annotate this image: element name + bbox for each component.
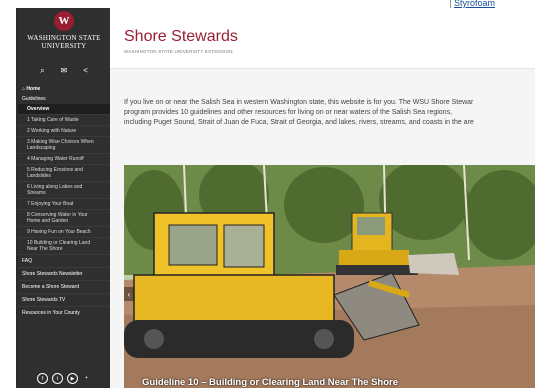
cougar-logo-icon: W bbox=[54, 11, 74, 31]
youtube-icon[interactable]: ▶ bbox=[67, 373, 78, 384]
share-icon[interactable]: < bbox=[83, 66, 88, 76]
nav-resources-county[interactable]: Resources in Your County bbox=[18, 306, 110, 319]
plus-icon[interactable]: + bbox=[82, 373, 91, 382]
hero-slider[interactable]: ‹ Guideline 10 – Building or Clearing La… bbox=[124, 165, 535, 388]
styrofoam-link[interactable]: Styrofoam bbox=[454, 0, 495, 8]
social-links: f t ▶ + bbox=[18, 373, 110, 384]
sidebar-nav: ⌂ Home Guidelines Overview 1 Taking Care… bbox=[18, 84, 110, 319]
twitter-icon[interactable]: t bbox=[52, 373, 63, 384]
wsu-logo[interactable]: W WASHINGTON STATE UNIVERSITY bbox=[18, 8, 110, 50]
main-content: Shore Stewards WASHINGTON STATE UNIVERSI… bbox=[110, 8, 535, 388]
nav-guideline-1[interactable]: 1 Taking Care of Waste bbox=[18, 114, 110, 125]
nav-guideline-7[interactable]: 7 Enjoying Your Boat bbox=[18, 198, 110, 209]
search-icon[interactable]: ⌕ bbox=[40, 66, 44, 76]
intro-line-1: If you live on or near the Salish Sea in… bbox=[124, 99, 474, 106]
intro-text: If you live on or near the Salish Sea in… bbox=[124, 98, 535, 128]
mail-icon[interactable]: ✉ bbox=[61, 66, 68, 76]
nav-newsletter[interactable]: Shore Stewards Newsletter bbox=[18, 267, 110, 280]
page-title[interactable]: Shore Stewards bbox=[124, 28, 238, 46]
nav-guideline-10[interactable]: 10 Building or Clearing Land Near The Sh… bbox=[18, 237, 110, 254]
nav-guideline-8[interactable]: 8 Conserving Water in Your Home and Gard… bbox=[18, 209, 110, 226]
page-header: Shore Stewards WASHINGTON STATE UNIVERSI… bbox=[110, 8, 535, 69]
nav-shore-stewards-tv[interactable]: Shore Stewards TV bbox=[18, 293, 110, 306]
hero-image bbox=[124, 165, 535, 388]
nav-guidelines[interactable]: Guidelines bbox=[18, 94, 110, 104]
nav-guideline-5[interactable]: 5 Reducing Erosions and Landslides bbox=[18, 164, 110, 181]
sidebar: W WASHINGTON STATE UNIVERSITY ⌕ ✉ < ⌂ Ho… bbox=[18, 8, 110, 388]
nav-faq[interactable]: FAQ bbox=[18, 254, 110, 267]
nav-overview[interactable]: Overview bbox=[18, 104, 110, 114]
logo-name-line1: WASHINGTON STATE bbox=[27, 34, 101, 42]
nav-guideline-9[interactable]: 9 Having Fun on Your Beach bbox=[18, 226, 110, 237]
nav-guideline-4[interactable]: 4 Managing Water Runoff bbox=[18, 153, 110, 164]
logo-name-line2: UNIVERSITY bbox=[41, 42, 87, 50]
nav-guideline-6[interactable]: 6 Living along Lakes and Streams bbox=[18, 181, 110, 198]
nav-become-steward[interactable]: Become a Shore Steward bbox=[18, 280, 110, 293]
page-subtitle: WASHINGTON STATE UNIVERSITY EXTENSION bbox=[124, 49, 233, 54]
slider-prev-button[interactable]: ‹ bbox=[124, 287, 134, 301]
intro-line-3: including Puget Sound, Strait of Juan de… bbox=[124, 119, 474, 126]
hero-caption[interactable]: Guideline 10 – Building or Clearing Land… bbox=[142, 377, 398, 388]
nav-home[interactable]: ⌂ Home bbox=[18, 84, 110, 94]
nav-guideline-2[interactable]: 2 Working with Nature bbox=[18, 125, 110, 136]
sidebar-tools: ⌕ ✉ < bbox=[18, 66, 110, 76]
nav-guideline-3[interactable]: 3 Making Wise Choices When Landscaping bbox=[18, 136, 110, 153]
facebook-icon[interactable]: f bbox=[37, 373, 48, 384]
intro-line-2: program provides 10 guidelines and other… bbox=[124, 109, 453, 116]
